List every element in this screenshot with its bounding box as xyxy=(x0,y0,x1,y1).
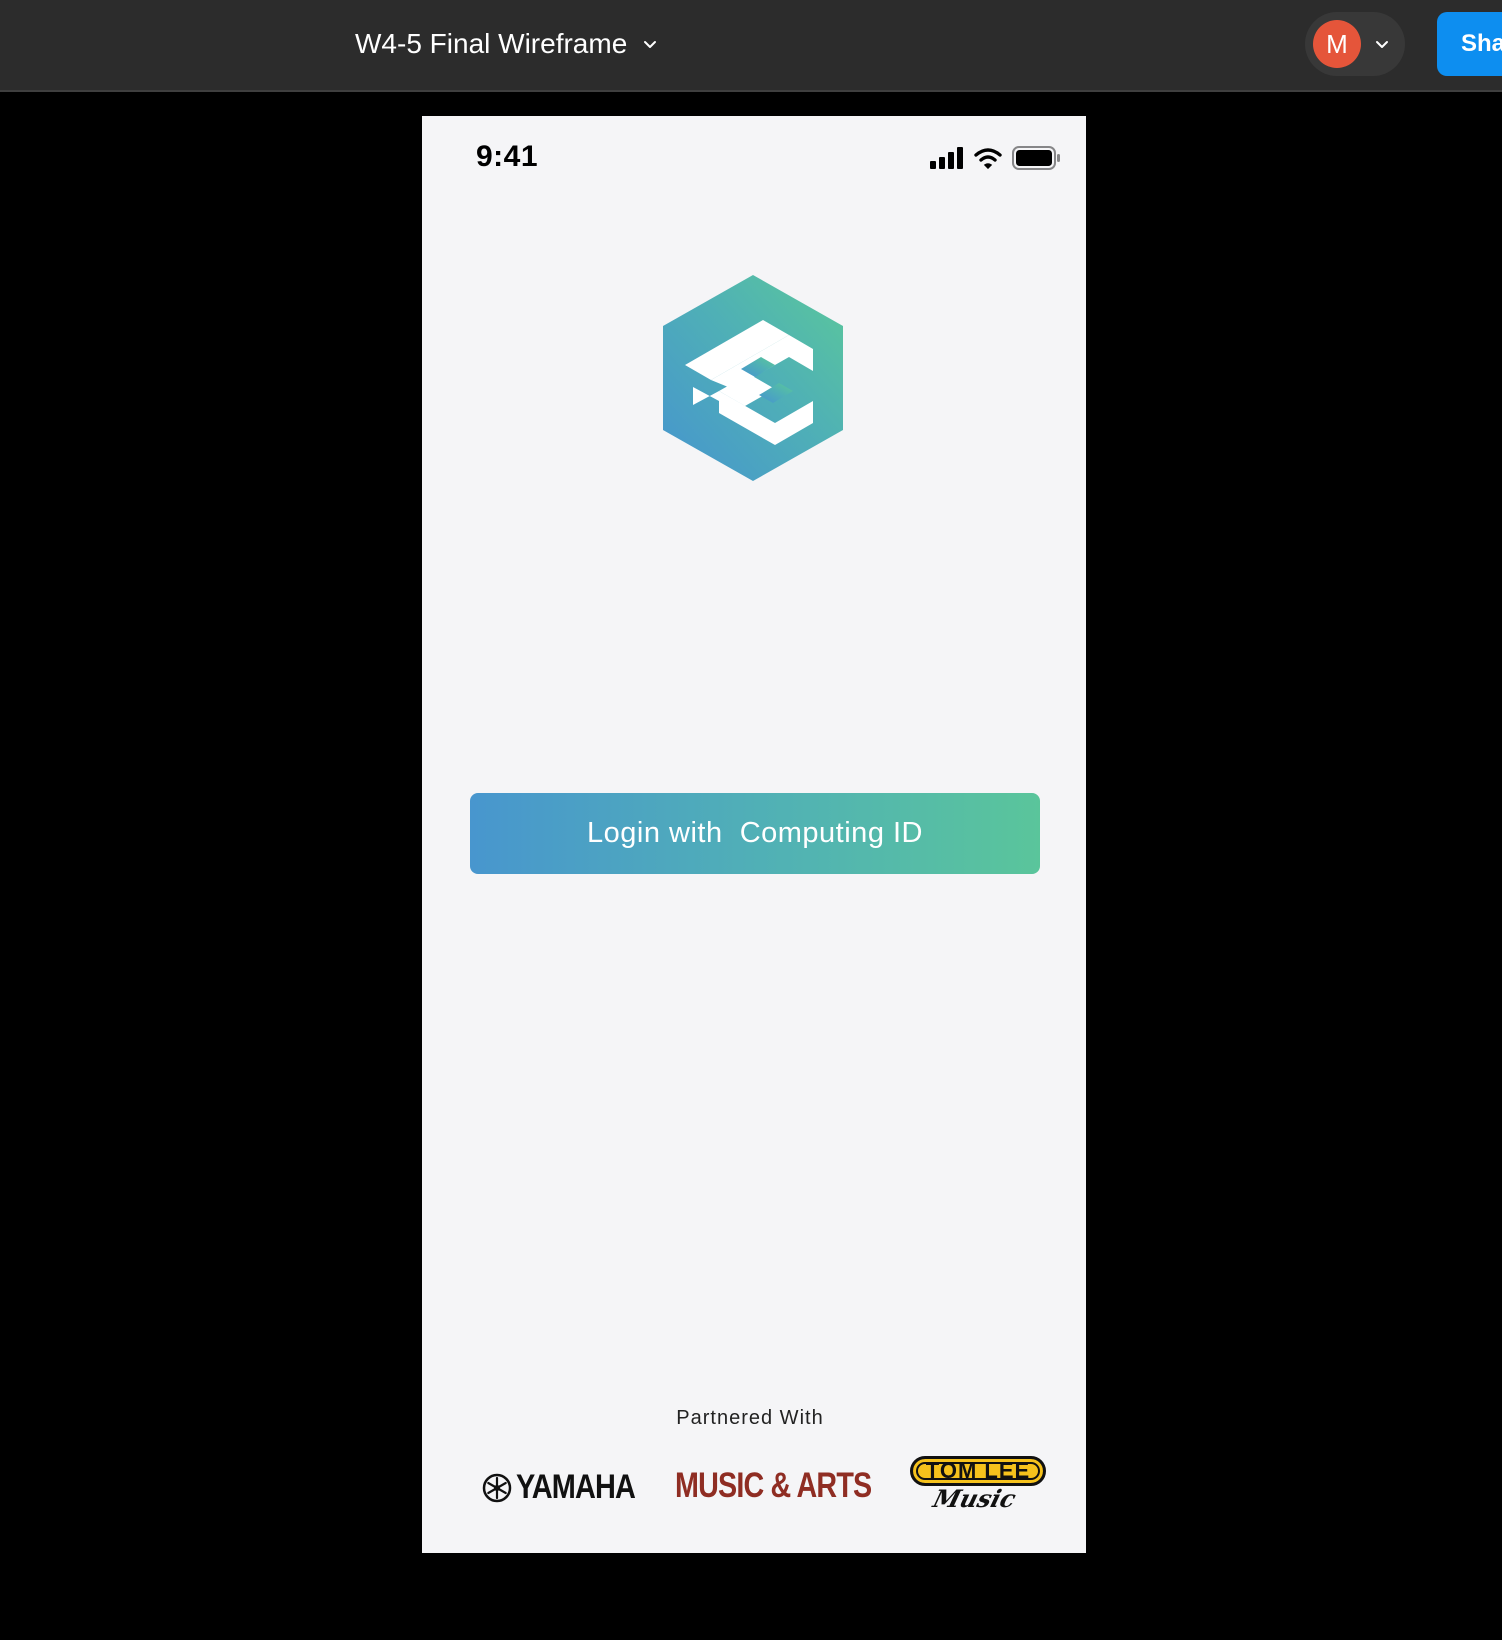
cellular-signal-icon xyxy=(930,147,963,169)
wifi-icon xyxy=(974,148,1002,169)
partner-logos: YAMAHA MUSIC & ARTS TOM LEE Music xyxy=(422,1456,1086,1526)
phone-frame: 9:41 Login with Computing ID Partnered W… xyxy=(422,116,1086,1553)
tom-lee-script: Music xyxy=(930,1484,1020,1513)
chevron-down-icon xyxy=(644,41,657,48)
tom-lee-music-logo: TOM LEE Music xyxy=(910,1456,1050,1516)
battery-icon xyxy=(1012,146,1060,170)
yamaha-wordmark: YAMAHA xyxy=(516,1468,636,1506)
file-title-dropdown[interactable]: W4-5 Final Wireframe xyxy=(355,26,659,62)
file-title: W4-5 Final Wireframe xyxy=(355,28,628,59)
status-time: 9:41 xyxy=(476,140,539,173)
yamaha-logo: YAMAHA xyxy=(482,1468,656,1507)
partner-label: Partnered With xyxy=(676,1407,824,1429)
tom-lee-badge: TOM LEE xyxy=(910,1456,1046,1486)
chevron-down-icon xyxy=(1376,41,1388,48)
yamaha-emblem-icon xyxy=(482,1473,512,1502)
avatar: M xyxy=(1313,20,1361,68)
share-button[interactable]: Sha xyxy=(1437,12,1502,76)
user-menu[interactable]: M xyxy=(1305,12,1405,76)
login-computing-id-button[interactable]: Login with Computing ID xyxy=(470,793,1040,874)
music-arts-logo: MUSIC & ARTS xyxy=(675,1466,872,1505)
status-icons xyxy=(930,146,1060,170)
top-toolbar: W4-5 Final Wireframe M Sha xyxy=(0,0,1502,92)
app-logo-icon xyxy=(663,275,843,481)
